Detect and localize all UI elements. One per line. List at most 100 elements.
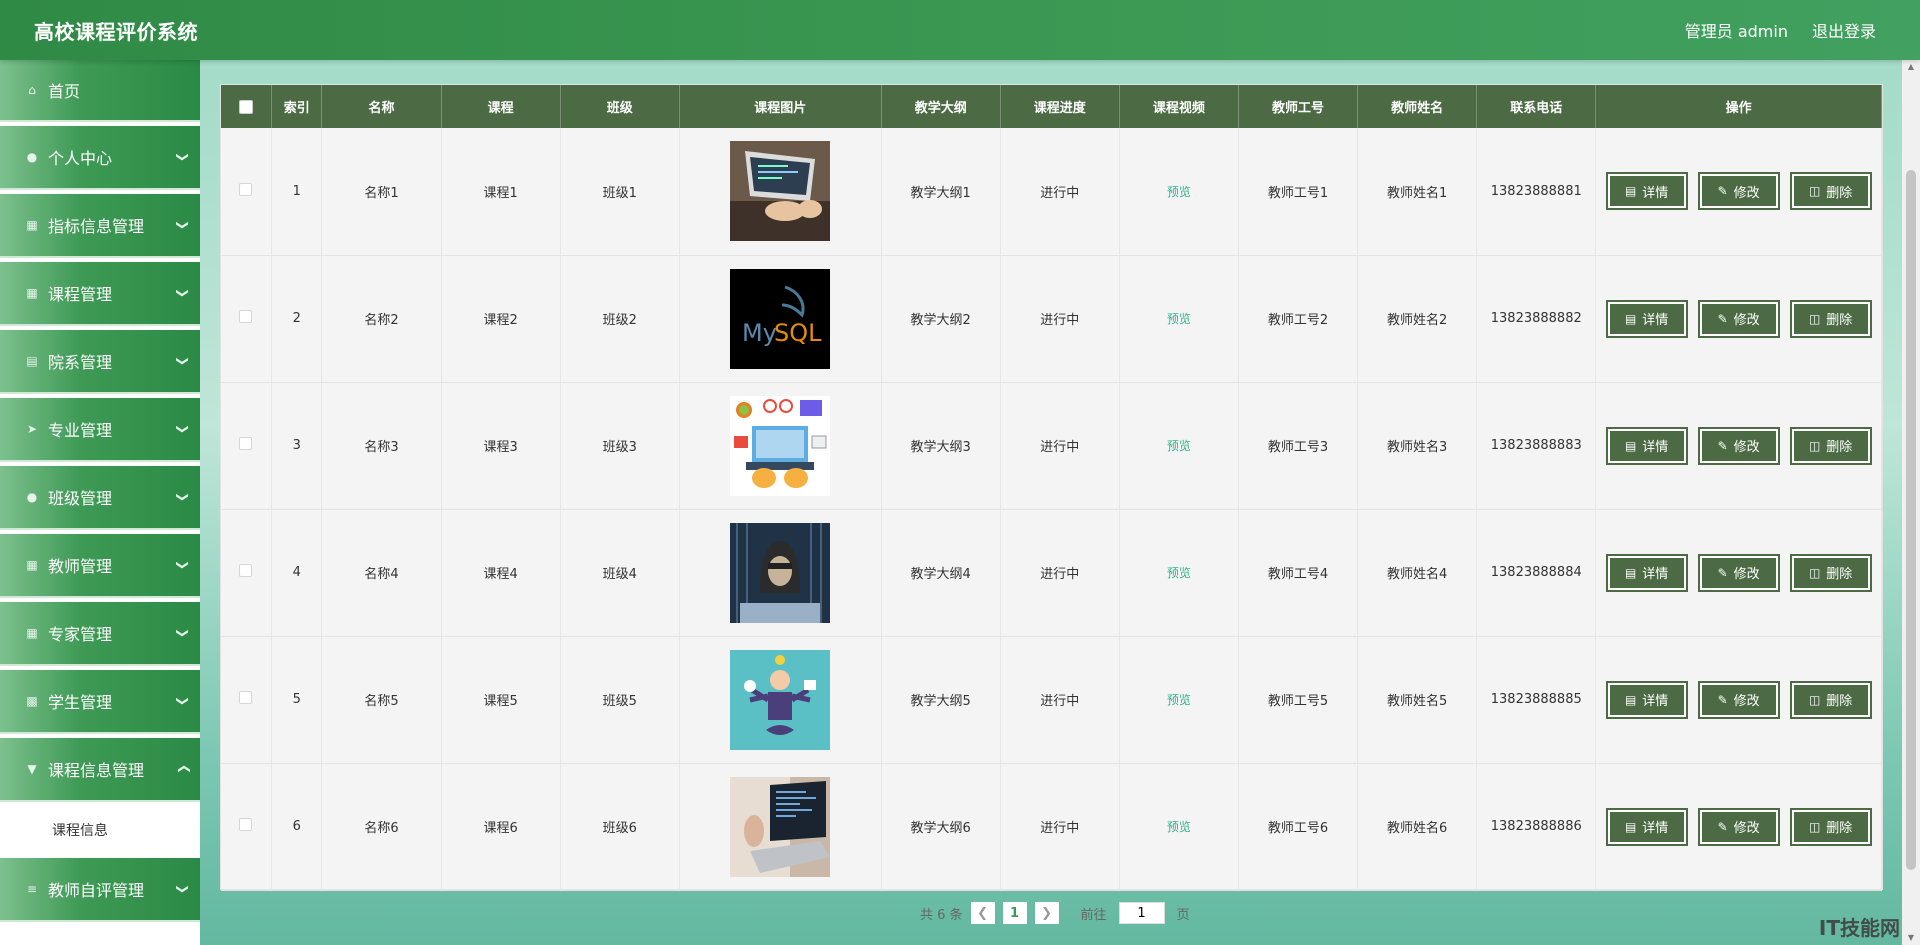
video-preview-link[interactable]: 预览 [1167, 693, 1191, 707]
logout-link[interactable]: 退出登录 [1812, 18, 1876, 42]
edit-button[interactable]: ✎ 修改 [1697, 426, 1780, 465]
edit-button-label: 修改 [1733, 821, 1760, 836]
goto-prefix: 前往 [1080, 907, 1107, 923]
trash-icon: ◫ [1808, 311, 1821, 326]
prev-page-button[interactable]: ❮ [970, 902, 995, 924]
cell-teacher_id: 教师工号4 [1238, 509, 1359, 636]
trash-icon: ◫ [1808, 565, 1821, 580]
current-page-button[interactable]: 1 [1002, 902, 1027, 924]
sidebar-item-3[interactable]: ▦ 课程管理 ❯ [0, 262, 200, 326]
top-header: 高校课程评价系统 管理员 admin 退出登录 [0, 0, 1920, 60]
sidebar-item-8[interactable]: ▦ 专家管理 ❯ [0, 602, 200, 666]
cell-teacher_id: 教师工号6 [1238, 763, 1359, 890]
cell-class: 班级6 [560, 763, 680, 890]
edit-button[interactable]: ✎ 修改 [1697, 680, 1780, 719]
row-select-cell[interactable] [221, 128, 272, 255]
building-icon: ▤ [26, 354, 38, 368]
delete-button[interactable]: ◫ 删除 [1789, 299, 1872, 338]
detail-button[interactable]: ▤ 详情 [1605, 553, 1688, 592]
edit-button[interactable]: ✎ 修改 [1697, 553, 1780, 592]
sidebar-item-label: 首页 [48, 82, 81, 101]
delete-button[interactable]: ◫ 删除 [1789, 807, 1872, 846]
course-image[interactable] [730, 522, 831, 623]
detail-button[interactable]: ▤ 详情 [1605, 426, 1688, 465]
cell-image [679, 382, 882, 509]
row-checkbox[interactable] [239, 818, 253, 831]
delete-button[interactable]: ◫ 删除 [1789, 680, 1872, 719]
course-image[interactable]: My SQL [730, 268, 831, 369]
sidebar-item-0[interactable]: ⌂ 首页 [0, 60, 200, 122]
pencil-icon: ✎ [1717, 311, 1728, 326]
delete-button[interactable]: ◫ 删除 [1789, 172, 1872, 211]
row-select-cell[interactable] [221, 382, 272, 509]
submenu-item-course-info[interactable]: 课程信息 [0, 806, 200, 854]
row-checkbox[interactable] [239, 310, 253, 323]
row-checkbox[interactable] [239, 437, 253, 450]
sidebar-item-4[interactable]: ▤ 院系管理 ❯ [0, 330, 200, 394]
detail-button[interactable]: ▤ 详情 [1605, 172, 1688, 211]
edit-button[interactable]: ✎ 修改 [1697, 172, 1780, 211]
course-image[interactable] [730, 395, 831, 496]
edit-button-label: 修改 [1733, 567, 1760, 582]
row-checkbox[interactable] [239, 564, 253, 577]
scroll-up-arrow[interactable]: ▲ [1902, 60, 1920, 74]
cell-phone: 13823888882 [1476, 255, 1597, 382]
video-preview-link[interactable]: 预览 [1167, 185, 1191, 199]
trash-icon: ◫ [1808, 819, 1821, 834]
row-checkbox[interactable] [239, 691, 253, 704]
row-select-cell[interactable] [221, 763, 272, 890]
sidebar-item-1[interactable]: ● 个人中心 ❯ [0, 126, 200, 190]
row-actions: ▤ 详情 ✎ 修改 ◫ 删除 [1596, 680, 1881, 719]
sidebar-item-11[interactable]: ≡ 教师自评管理 ❯ [0, 858, 200, 922]
user-label: 管理员 admin [1684, 22, 1788, 41]
detail-button[interactable]: ▤ 详情 [1605, 807, 1688, 846]
grid-icon: ▦ [26, 218, 38, 232]
delete-button[interactable]: ◫ 删除 [1789, 426, 1872, 465]
row-select-cell[interactable] [221, 255, 272, 382]
cell-teacher_name: 教师姓名5 [1357, 636, 1478, 763]
cell-syllabus: 教学大纲4 [881, 509, 1001, 636]
edit-button[interactable]: ✎ 修改 [1697, 807, 1780, 846]
delete-button[interactable]: ◫ 删除 [1789, 553, 1872, 592]
sidebar-item-2[interactable]: ▦ 指标信息管理 ❯ [0, 194, 200, 258]
edit-button[interactable]: ✎ 修改 [1697, 299, 1780, 338]
sidebar-item-7[interactable]: ▦ 教师管理 ❯ [0, 534, 200, 598]
row-select-cell[interactable] [221, 509, 272, 636]
video-preview-link[interactable]: 预览 [1167, 439, 1191, 453]
course-image[interactable] [730, 649, 831, 750]
video-preview-link[interactable]: 预览 [1167, 820, 1191, 834]
header-select-all[interactable] [221, 85, 272, 128]
cell-teacher_name: 教师姓名2 [1357, 255, 1478, 382]
page-scrollbar[interactable]: ▲ ▼ [1902, 60, 1920, 945]
video-preview-link[interactable]: 预览 [1167, 312, 1191, 326]
sidebar-item-5[interactable]: ➤ 专业管理 ❯ [0, 398, 200, 462]
app-title: 高校课程评价系统 [34, 19, 198, 44]
cell-teacher_name: 教师姓名6 [1357, 763, 1478, 890]
cell-class: 班级1 [560, 128, 680, 255]
cell-phone: 13823888883 [1476, 382, 1597, 509]
sidebar-item-9[interactable]: ▩ 学生管理 ❯ [0, 670, 200, 734]
table-row: 2 名称2 课程2 班级2 My SQL 教学大纲2 进行中 预览 教师工号2 教师姓名2 13823… [221, 255, 1882, 382]
scroll-down-arrow[interactable]: ▼ [1902, 931, 1920, 945]
cell-teacher_name: 教师姓名4 [1357, 509, 1478, 636]
chevron-icon: ❯ [175, 695, 190, 707]
detail-button-label: 详情 [1642, 440, 1669, 455]
next-page-button[interactable]: ❯ [1034, 902, 1059, 924]
cell-image [679, 128, 882, 255]
row-checkbox[interactable] [239, 182, 253, 196]
row-select-cell[interactable] [221, 636, 272, 763]
course-image[interactable] [730, 141, 831, 242]
cell-class: 班级4 [560, 509, 680, 636]
detail-button[interactable]: ▤ 详情 [1605, 299, 1688, 338]
scroll-thumb[interactable] [1906, 170, 1916, 870]
video-preview-link[interactable]: 预览 [1167, 566, 1191, 580]
sidebar-item-6[interactable]: ● 班级管理 ❯ [0, 466, 200, 530]
detail-button[interactable]: ▤ 详情 [1605, 680, 1688, 719]
select-all-checkbox[interactable] [238, 99, 253, 114]
sidebar-item-10[interactable]: ▼ 课程信息管理 ❯ [0, 738, 200, 802]
goto-page-input[interactable] [1118, 902, 1165, 924]
cell-video: 预览 [1119, 509, 1239, 636]
course-image[interactable] [730, 776, 831, 877]
total-count: 共 6 条 [920, 907, 963, 923]
trash-icon: ◫ [1808, 184, 1821, 199]
